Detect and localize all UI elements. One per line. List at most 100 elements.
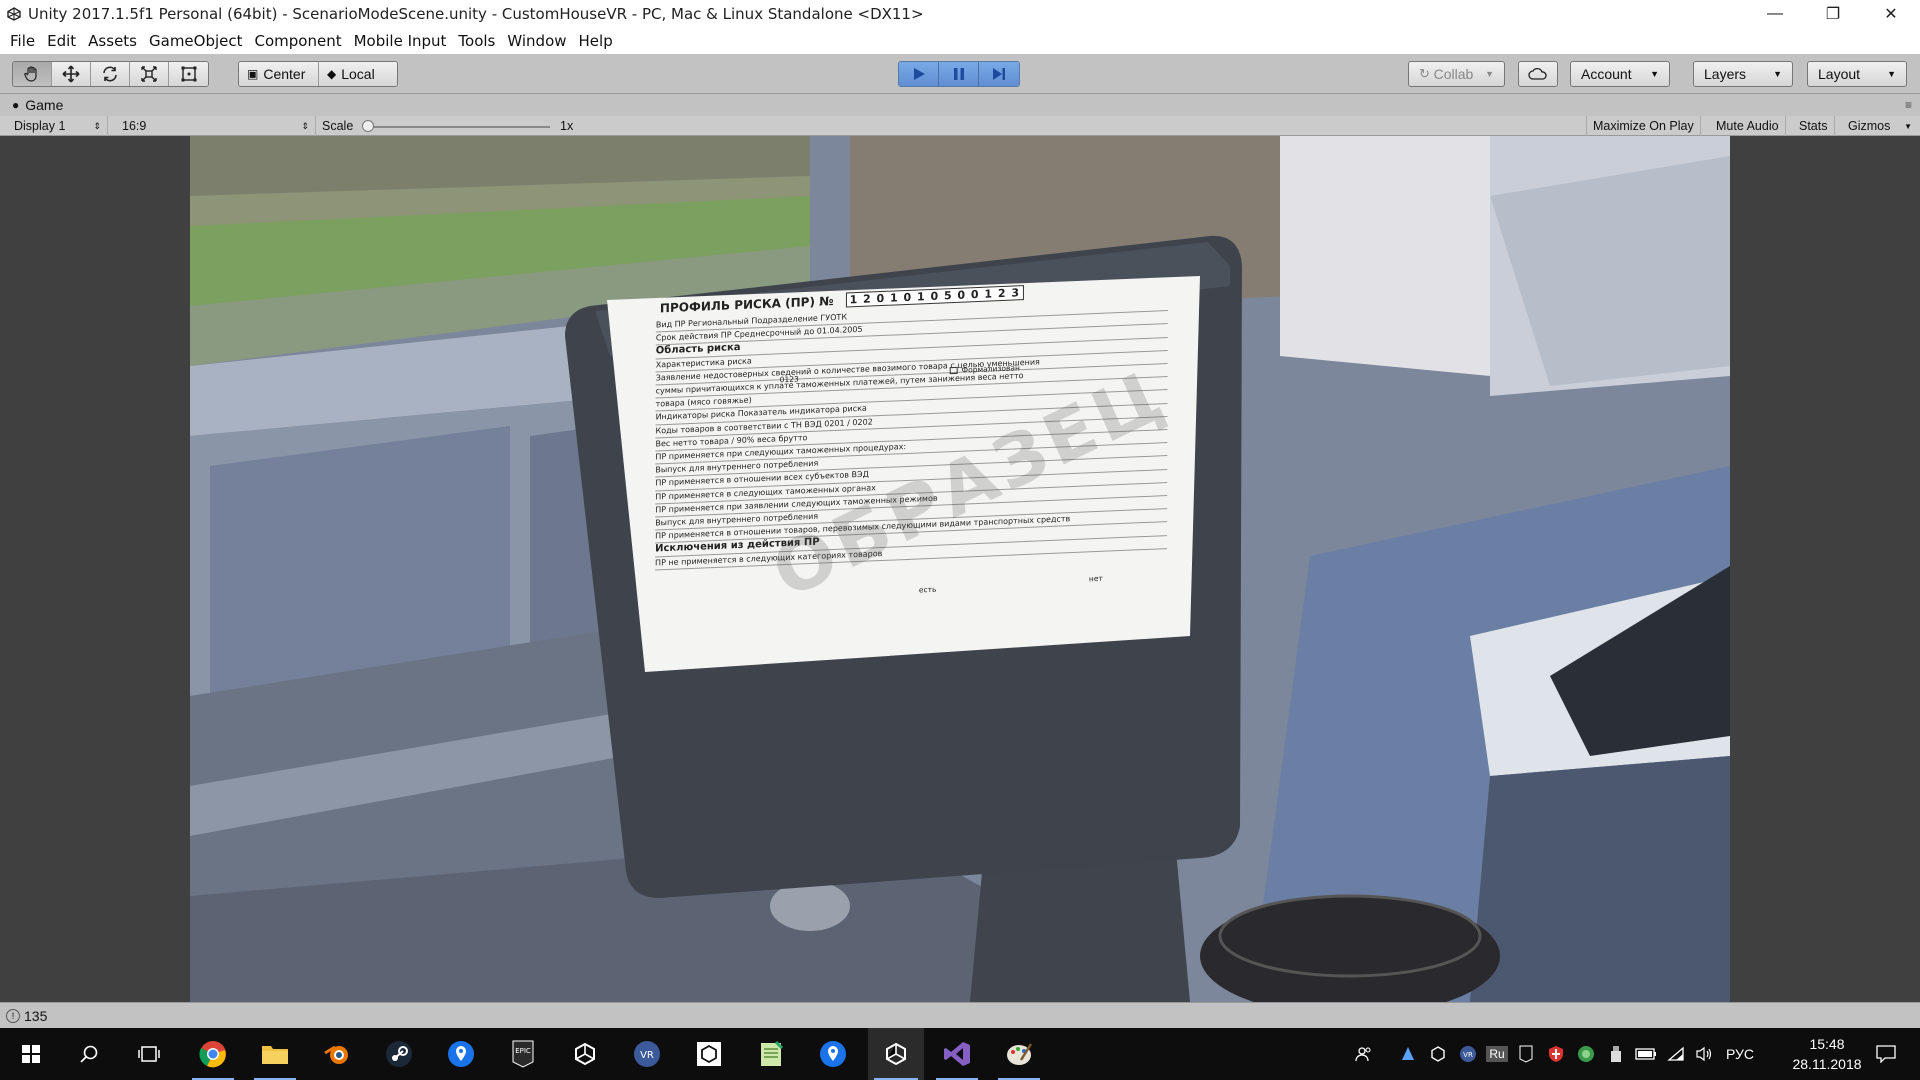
info-icon: ! bbox=[6, 1008, 20, 1023]
unity-hub-app[interactable] bbox=[682, 1028, 736, 1080]
menu-component[interactable]: Component bbox=[249, 32, 348, 50]
maximize-on-play-toggle[interactable]: Maximize On Play bbox=[1586, 116, 1701, 136]
chevron-down-icon: ▼ bbox=[1485, 69, 1494, 79]
clock[interactable]: 15:48 28.11.2018 bbox=[1782, 1034, 1872, 1074]
battery-icon[interactable] bbox=[1634, 1028, 1658, 1080]
shield-icon[interactable] bbox=[1544, 1028, 1568, 1080]
notification-icon bbox=[1876, 1045, 1896, 1063]
game-viewport[interactable]: ПРОФИЛЬ РИСКА (ПР) № 1 2 0 1 0 1 0 5 0 0… bbox=[0, 136, 1920, 1002]
unity-app[interactable] bbox=[558, 1028, 612, 1080]
rotate-tool-button[interactable] bbox=[91, 62, 130, 86]
menu-edit[interactable]: Edit bbox=[41, 32, 82, 50]
move-tool-button[interactable] bbox=[52, 62, 91, 86]
hand-icon bbox=[24, 66, 37, 82]
language-indicator[interactable]: РУС bbox=[1722, 1028, 1758, 1080]
layout-label: Layout bbox=[1818, 66, 1861, 82]
task-view-button[interactable] bbox=[122, 1028, 176, 1080]
rect-tool-button[interactable] bbox=[169, 62, 208, 86]
unity-editor-app[interactable] bbox=[868, 1028, 924, 1080]
epic-games-app[interactable]: EPIC bbox=[496, 1028, 550, 1080]
hand-tool-button[interactable] bbox=[13, 62, 52, 86]
layers-dropdown[interactable]: Layers ▼ bbox=[1693, 61, 1793, 87]
minimize-button[interactable]: — bbox=[1746, 0, 1804, 28]
chevron-down-icon: ▼ bbox=[1650, 69, 1659, 79]
mute-audio-toggle[interactable]: Mute Audio bbox=[1710, 116, 1786, 136]
usb-drive-icon[interactable] bbox=[1604, 1028, 1628, 1080]
tab-game[interactable]: ● Game bbox=[12, 97, 63, 113]
menu-assets[interactable]: Assets bbox=[82, 32, 143, 50]
updown-arrow-icon: ⇕ bbox=[93, 120, 101, 131]
tray-app-icon[interactable] bbox=[1396, 1028, 1420, 1080]
no-label: нет bbox=[1088, 573, 1103, 584]
scale-icon bbox=[141, 66, 157, 82]
display-dropdown[interactable]: Display 1 ⇕ bbox=[8, 116, 108, 136]
steam-app[interactable] bbox=[372, 1028, 426, 1080]
scale-label: Scale bbox=[322, 119, 354, 133]
main-toolbar: ▣ Center ◆ Local ↻ Collab ▼ Account ▼ La… bbox=[0, 54, 1920, 94]
maps-app-2[interactable] bbox=[806, 1028, 860, 1080]
menu-window[interactable]: Window bbox=[501, 32, 572, 50]
scale-tool-button[interactable] bbox=[130, 62, 169, 86]
game-scene[interactable]: ПРОФИЛЬ РИСКА (ПР) № 1 2 0 1 0 1 0 5 0 0… bbox=[190, 136, 1730, 1002]
layers-label: Layers bbox=[1704, 66, 1747, 82]
menu-gameobject[interactable]: GameObject bbox=[143, 32, 249, 50]
task-view-icon bbox=[138, 1046, 160, 1062]
visual-studio-app[interactable] bbox=[930, 1028, 984, 1080]
vr-app[interactable]: VR bbox=[620, 1028, 674, 1080]
tray-globe-icon[interactable] bbox=[1574, 1028, 1598, 1080]
file-explorer-app[interactable] bbox=[248, 1028, 302, 1080]
step-button[interactable] bbox=[979, 62, 1019, 86]
notepad-app[interactable] bbox=[744, 1028, 798, 1080]
search-icon bbox=[80, 1045, 98, 1063]
menu-tools[interactable]: Tools bbox=[452, 32, 501, 50]
menu-mobile-input[interactable]: Mobile Input bbox=[348, 32, 453, 50]
aspect-dropdown[interactable]: 16:9 ⇕ bbox=[116, 116, 316, 136]
maps-app[interactable] bbox=[434, 1028, 488, 1080]
pivot-local-button[interactable]: ◆ Local bbox=[319, 62, 397, 86]
menu-file[interactable]: File bbox=[4, 32, 41, 50]
svg-text:VR: VR bbox=[640, 1050, 654, 1061]
account-label: Account bbox=[1581, 66, 1632, 82]
ime-indicator[interactable]: Ru bbox=[1484, 1028, 1510, 1080]
play-icon bbox=[913, 68, 925, 80]
pause-icon bbox=[953, 68, 964, 80]
cloud-button[interactable] bbox=[1518, 61, 1558, 87]
ime-label: Ru bbox=[1486, 1046, 1508, 1062]
play-button[interactable] bbox=[899, 62, 939, 86]
stats-toggle[interactable]: Stats bbox=[1793, 116, 1835, 136]
folder-icon bbox=[262, 1046, 288, 1064]
collab-dropdown[interactable]: ↻ Collab ▼ bbox=[1408, 61, 1505, 87]
panel-menu-icon[interactable]: ≡ bbox=[1905, 98, 1912, 112]
game-tab-bar: ● Game ≡ bbox=[0, 94, 1920, 116]
menu-help[interactable]: Help bbox=[573, 32, 619, 50]
scale-slider-track[interactable] bbox=[368, 126, 550, 128]
restore-button[interactable]: ❐ bbox=[1804, 0, 1862, 28]
blender-app[interactable] bbox=[310, 1028, 364, 1080]
playback-controls bbox=[898, 61, 1020, 87]
pause-button[interactable] bbox=[939, 62, 979, 86]
wifi-icon[interactable] bbox=[1664, 1028, 1688, 1080]
windows-taskbar: EPIC VR VR Ru РУС 15:48 28.11.2018 bbox=[0, 1028, 1920, 1080]
people-icon[interactable] bbox=[1350, 1028, 1378, 1080]
svg-text:EPIC: EPIC bbox=[515, 1047, 531, 1055]
pivot-center-button[interactable]: ▣ Center bbox=[239, 62, 319, 86]
tray-vr-icon[interactable]: VR bbox=[1456, 1028, 1480, 1080]
clock-time: 15:48 bbox=[1809, 1036, 1845, 1052]
chevron-down-icon: ▼ bbox=[1887, 69, 1896, 79]
action-center-button[interactable] bbox=[1862, 1028, 1910, 1080]
gizmos-dropdown[interactable]: Gizmos ▼ bbox=[1842, 116, 1918, 136]
rotate-icon bbox=[103, 66, 117, 82]
account-dropdown[interactable]: Account ▼ bbox=[1570, 61, 1670, 87]
volume-icon[interactable] bbox=[1692, 1028, 1716, 1080]
search-button[interactable] bbox=[62, 1028, 116, 1080]
tray-unity-icon[interactable] bbox=[1426, 1028, 1450, 1080]
close-button[interactable]: ✕ bbox=[1862, 0, 1920, 28]
tray-epic-icon[interactable] bbox=[1514, 1028, 1538, 1080]
scale-slider-thumb[interactable] bbox=[362, 120, 374, 132]
paint-app[interactable] bbox=[992, 1028, 1046, 1080]
updown-arrow-icon: ⇕ bbox=[301, 120, 309, 131]
layout-dropdown[interactable]: Layout ▼ bbox=[1807, 61, 1907, 87]
start-button[interactable] bbox=[4, 1028, 58, 1080]
game-controller-icon: ● bbox=[12, 98, 20, 112]
chrome-app[interactable] bbox=[186, 1028, 240, 1080]
